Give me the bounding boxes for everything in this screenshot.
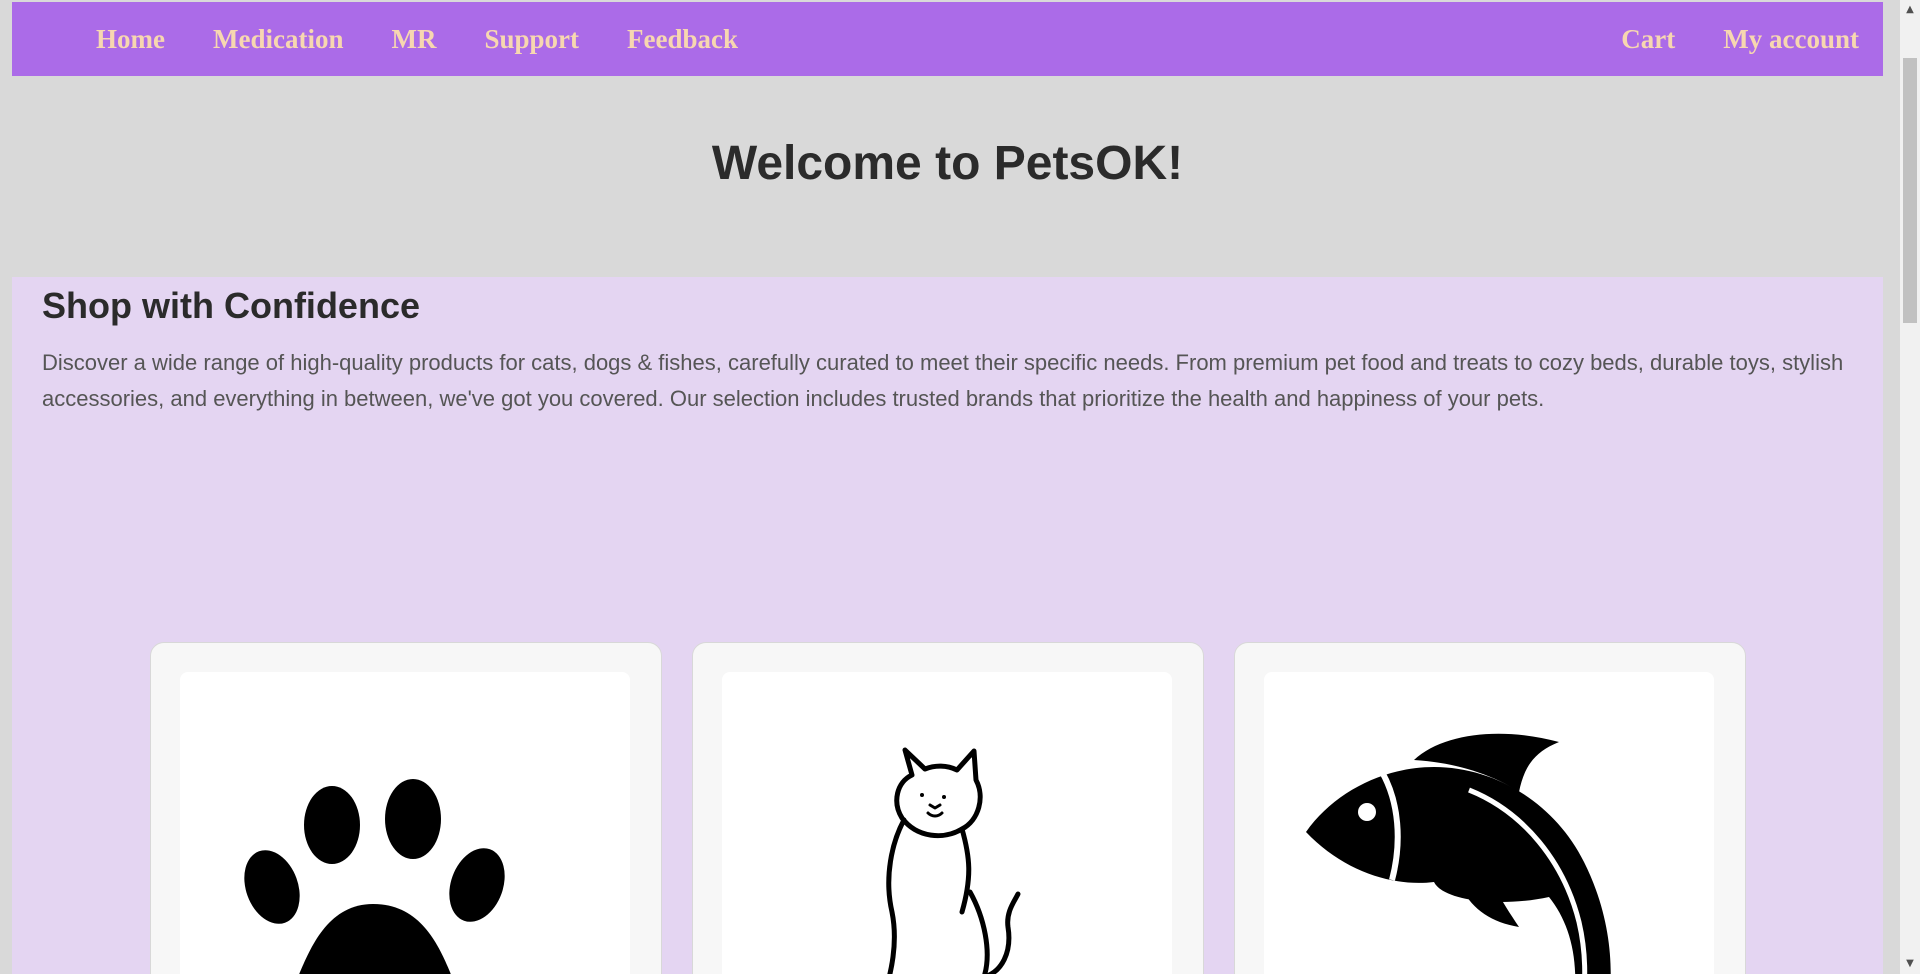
scroll-up-arrow-icon[interactable]: ▲ [1900,0,1920,20]
nav-right-group: Cart My account [1573,24,1883,55]
nav-link-support[interactable]: Support [484,24,579,55]
nav-left-group: Home Medication MR Support Feedback [12,24,786,55]
hero-banner: Welcome to PetsOK! [0,76,1895,276]
card-image-frame [180,672,630,974]
scroll-down-arrow-icon[interactable]: ▼ [1900,954,1920,974]
nav-link-medication[interactable]: Medication [213,24,343,55]
nav-link-home[interactable]: Home [96,24,165,55]
cat-icon [886,747,1021,974]
scrollbar-thumb[interactable] [1903,58,1917,323]
category-card-cats[interactable] [692,642,1204,974]
paw-print-icon [244,779,505,974]
nav-link-cart[interactable]: Cart [1621,24,1675,55]
fish-icon [1306,733,1611,974]
shop-heading: Shop with Confidence [42,285,420,326]
vertical-scrollbar[interactable]: ▲ ▼ [1900,0,1920,974]
page-content: Home Medication MR Support Feedback Cart… [0,0,1900,974]
nav-link-mr[interactable]: MR [391,24,436,55]
card-image-frame [1264,672,1714,974]
nav-link-my-account[interactable]: My account [1723,24,1859,55]
nav-link-feedback[interactable]: Feedback [627,24,738,55]
shop-description: Discover a wide range of high-quality pr… [42,350,1844,411]
category-card-fishes[interactable] [1234,642,1746,974]
page: Home Medication MR Support Feedback Cart… [0,0,1920,974]
page-title: Welcome to PetsOK! [711,137,1184,190]
category-card-dogs[interactable] [150,642,662,974]
card-image-frame [722,672,1172,974]
shop-section: Shop with Confidence Discover a wide ran… [12,277,1883,974]
top-navbar: Home Medication MR Support Feedback Cart… [12,2,1883,76]
